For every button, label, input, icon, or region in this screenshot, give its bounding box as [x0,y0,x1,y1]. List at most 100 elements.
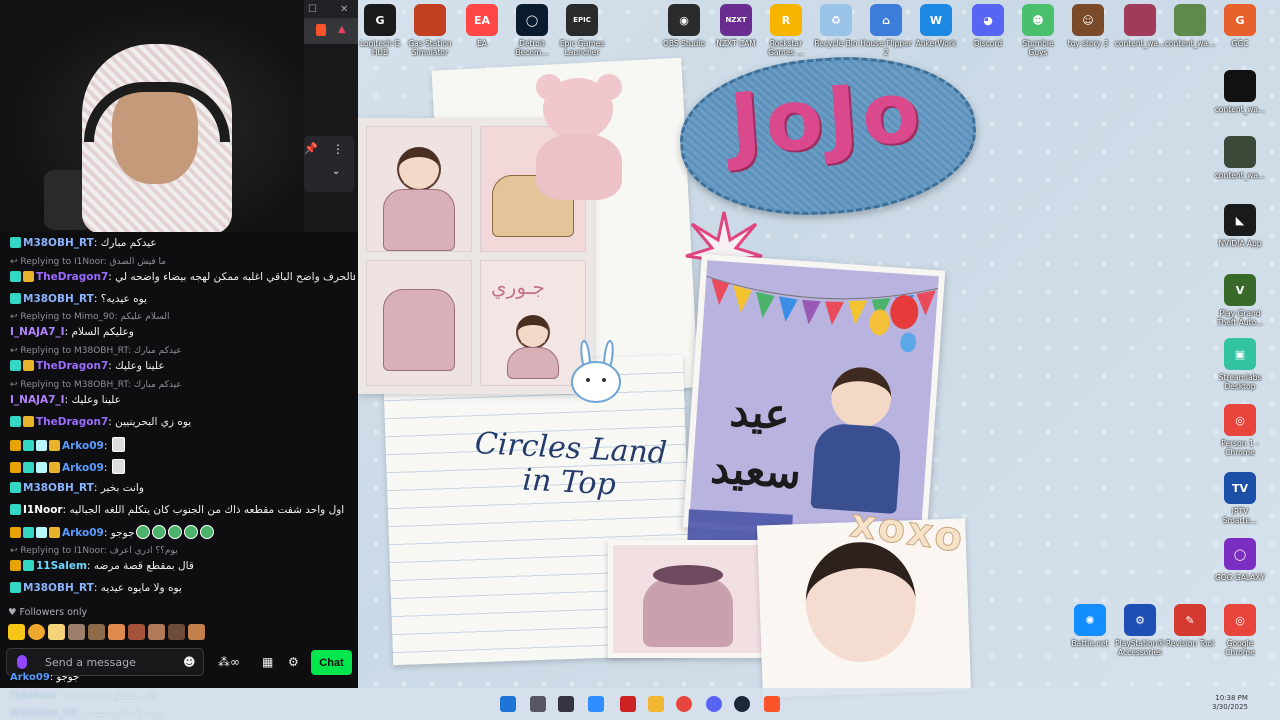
chat-emote-icon[interactable] [199,525,214,539]
chat-username[interactable]: I_NAJA7_I [10,394,65,406]
taskbar-brave-icon[interactable] [764,696,780,712]
reply-context[interactable]: ↩ Replying to M38OBH_RT: عيدكم مبارك [10,380,355,390]
desktop-icon-revision-tool[interactable]: ✎ Revision Tool [1164,604,1216,648]
cyan-badge-icon[interactable] [10,416,21,427]
cyan-badge-icon[interactable] [10,582,21,593]
cyan-badge-icon[interactable] [23,440,34,451]
taskbar-app-icon[interactable] [620,696,636,712]
gold-badge-icon[interactable] [49,527,60,538]
reply-context[interactable]: ↩ Replying to Mimo_90: السلام عليكم [10,312,355,322]
cyan-badge-icon[interactable] [10,482,21,493]
bits-icon[interactable]: ⁂∞ [218,655,240,669]
taskbar-windows-start-icon[interactable] [500,696,516,712]
cyan-badge-icon[interactable] [23,560,34,571]
desktop-icon-epic[interactable]: EPIC Epic Games Launcher [556,4,608,57]
chat-message[interactable]: I_NAJA7_I: علينا وعليك [10,393,355,407]
taskbar-chrome-icon[interactable] [676,696,692,712]
chat-emote-icon[interactable] [111,459,125,474]
desktop-icon-ankerwork[interactable]: W AnkerWork [910,4,962,48]
voice-input-icon[interactable] [17,655,27,669]
chat-username[interactable]: Arko09 [62,462,104,474]
chat-message[interactable]: M38OBH_RT: عيدكم مبارك [10,236,355,250]
more-options-icon[interactable]: ⋮ [332,142,344,156]
chat-message[interactable]: M38OBH_RT: يوه عيديه؟ [10,292,355,306]
gift-icon[interactable]: ▦ [262,655,273,669]
emote[interactable] [28,624,45,640]
chat-username[interactable]: Arko09 [62,527,104,539]
chat-username[interactable]: TheDragon7 [36,360,108,372]
desktop-icon-image-file[interactable]: content_wa... [1114,4,1166,48]
desktop-icon-house[interactable]: ⌂ House Flipper 2 [860,4,912,57]
desktop-icon-ea[interactable]: EA EA [456,4,508,48]
chat-message[interactable]: M38OBH_RT: وانت بخير [10,481,355,495]
emote[interactable] [8,624,25,640]
desktop-icon-iptv[interactable]: TV IPTV Smarte... [1214,472,1266,525]
desktop-icon-rockstar[interactable]: R Rockstar Games ... [760,4,812,57]
cyan-badge-icon[interactable] [10,360,21,371]
desktop-icon-gta[interactable]: V Play Grand Theft Auto... [1214,274,1266,327]
sub-badge-icon[interactable] [36,527,47,538]
chat-message[interactable]: TheDragon7: يوه زي البحرينيين [10,415,355,429]
cyan-badge-icon[interactable] [23,462,34,473]
chat-username[interactable]: Arko09 [62,440,104,452]
taskbar-widgets-icon[interactable] [588,696,604,712]
desktop-icon-ggc[interactable]: G GGC [1214,4,1266,48]
gold-badge-icon[interactable] [23,271,34,282]
chat-username[interactable]: TheDragon7 [36,271,108,283]
sub-badge-icon[interactable] [36,462,47,473]
desktop-icon-gog[interactable]: ◯ GOG GALAXY [1214,538,1266,582]
crown-badge-icon[interactable] [10,527,21,538]
chat-message[interactable]: TheDragon7: علينا وعليك [10,359,355,373]
emote-suggestions[interactable] [8,624,208,642]
close-icon[interactable]: ✕ [340,4,348,15]
chat-message[interactable]: I_NAJA7_I: وعليكم السلام [10,325,355,339]
settings-gear-icon[interactable]: ⚙ [288,655,299,669]
chat-username[interactable]: I_NAJA7_I [10,326,65,338]
emote[interactable] [88,624,105,640]
chat-emote-icon[interactable] [183,525,198,539]
chat-username[interactable]: M38OBH_RT [23,237,94,249]
chat-message[interactable]: 11Salem: قال بمقطع قصة مرضه [10,559,355,573]
crown-badge-icon[interactable] [10,560,21,571]
reply-context[interactable]: ↩ Replying to I1Noor: ما فيش الصدق [10,257,355,267]
emote[interactable] [188,624,205,640]
desktop-icon-gas-station[interactable]: Gas Station Simulator [404,4,456,57]
desktop-icon-image-file[interactable]: content_wa... [1214,70,1266,114]
chat-username[interactable]: M38OBH_RT [23,482,94,494]
desktop-icon-stumble[interactable]: ☻ Stumble Guys [1012,4,1064,57]
chat-username[interactable]: TheDragon7 [36,416,108,428]
gold-badge-icon[interactable] [23,416,34,427]
gold-badge-icon[interactable] [49,440,60,451]
desktop-icon-logitech[interactable]: G Logitech G HUB [354,4,406,57]
chat-username[interactable]: M38OBH_RT [23,582,94,594]
desktop-icon-image-file[interactable]: content_wa... [1164,4,1216,48]
chat-emote-icon[interactable] [167,525,182,539]
chat-emote-icon[interactable] [151,525,166,539]
chat-emote-icon[interactable] [135,525,150,539]
desktop-icon-detroit[interactable]: ◯ Detroit Becom... [506,4,558,57]
sub-badge-icon[interactable] [36,440,47,451]
desktop-icon-streamlabs[interactable]: ▣ Streamlabs Desktop [1214,338,1266,391]
taskbar-steam-icon[interactable] [734,696,750,712]
desktop-icon-recycle-bin[interactable]: ♻ Recycle Bin [810,4,862,48]
chat-username[interactable]: M38OBH_RT [23,293,94,305]
chat-message[interactable]: Arko09: [10,437,355,453]
reply-context[interactable]: ↩ Replying to M38OBH_RT: عيدكم مبارك [10,346,355,356]
desktop-icon-discord[interactable]: ◕ Discord [962,4,1014,48]
chat-message[interactable]: Arko09: جوجو [10,525,355,540]
desktop-icon-chrome[interactable]: ◎ Google Chrome [1214,604,1266,657]
brave-shield-icon[interactable] [316,24,326,36]
emote-picker-icon[interactable]: ☻ [183,655,196,669]
desktop-icon-toy-story[interactable]: ☺ toy story 3 [1062,4,1114,48]
system-clock[interactable]: 10:38 PM 3/30/2025 [1212,694,1248,712]
brave-rewards-icon[interactable]: ▲ [338,24,346,35]
emote[interactable] [48,624,65,640]
chat-message[interactable]: M38OBH_RT: يوه ولا مايوه عيديه [10,581,355,595]
chat-send-button[interactable]: Chat [311,650,352,675]
chat-username[interactable]: 11Salem [36,560,87,572]
emote[interactable] [108,624,125,640]
taskbar-file-explorer-icon[interactable] [648,696,664,712]
desktop-icon-nvidia[interactable]: ◣ NVIDIA App [1214,204,1266,248]
desktop-icon-playstation[interactable]: ⚙ PlayStation® Accessories [1114,604,1166,657]
emote[interactable] [68,624,85,640]
